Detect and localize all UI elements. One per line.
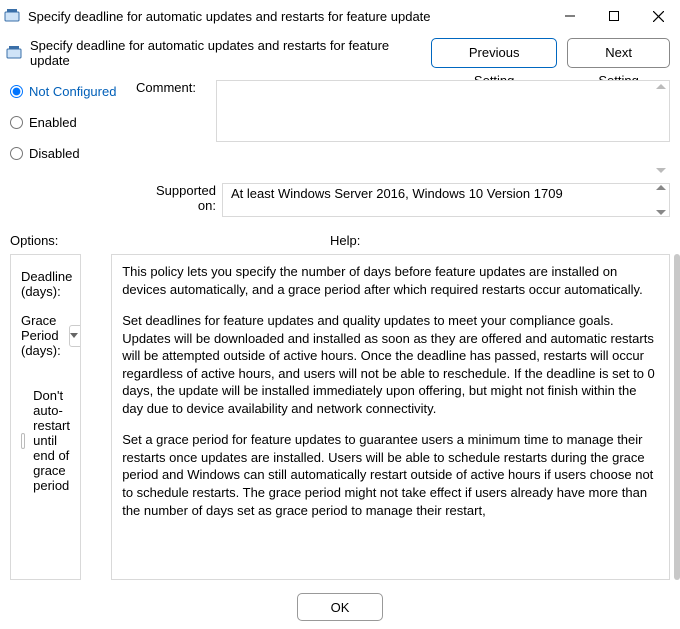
auto-restart-label: Don't auto-restart until end of grace pe… (33, 388, 70, 493)
policy-name: Specify deadline for automatic updates a… (30, 38, 421, 68)
chevron-down-icon (70, 333, 78, 338)
window-titlebar: Specify deadline for automatic updates a… (0, 0, 680, 32)
help-heading: Help: (330, 233, 360, 248)
grace-period-label: Grace Period (days): (21, 313, 61, 358)
state-not-configured-radio[interactable] (10, 85, 23, 98)
footer: OK (0, 584, 680, 629)
window-controls (548, 0, 680, 32)
policy-icon (4, 8, 20, 24)
options-panel: Deadline (days): Grace Period (days): Do… (10, 254, 81, 580)
supported-scroll-arrows (653, 184, 669, 216)
help-paragraph: Set a grace period for feature updates t… (122, 431, 659, 519)
state-enabled[interactable]: Enabled (10, 115, 136, 130)
policy-icon (6, 45, 22, 61)
help-paragraph: This policy lets you specify the number … (122, 263, 659, 298)
auto-restart-checkbox[interactable] (21, 433, 25, 449)
options-heading: Options: (10, 233, 300, 248)
supported-on-value: At least Windows Server 2016, Windows 10… (231, 186, 563, 202)
state-disabled-label: Disabled (29, 146, 80, 161)
state-enabled-radio[interactable] (10, 116, 23, 129)
deadline-label: Deadline (days): (21, 269, 72, 299)
close-button[interactable] (636, 0, 680, 32)
comment-textarea[interactable] (216, 80, 670, 142)
deadline-select[interactable] (80, 273, 81, 295)
state-not-configured-label: Not Configured (29, 84, 116, 99)
maximize-button[interactable] (592, 0, 636, 32)
state-not-configured[interactable]: Not Configured (10, 84, 136, 99)
minimize-button[interactable] (548, 0, 592, 32)
next-setting-button[interactable]: Next Setting (567, 38, 670, 68)
scroll-up-icon (656, 84, 666, 89)
state-disabled-radio[interactable] (10, 147, 23, 160)
ok-button[interactable]: OK (297, 593, 383, 621)
supported-on-label: Supported on: (156, 183, 216, 213)
state-disabled[interactable]: Disabled (10, 146, 136, 161)
state-enabled-label: Enabled (29, 115, 77, 130)
comment-label: Comment: (136, 80, 196, 95)
scroll-up-icon (656, 185, 666, 190)
grace-period-select[interactable] (69, 325, 81, 347)
previous-setting-button[interactable]: Previous Setting (431, 38, 557, 68)
help-paragraph: Set deadlines for feature updates and qu… (122, 312, 659, 417)
supported-on-box: At least Windows Server 2016, Windows 10… (222, 183, 670, 217)
help-panel: This policy lets you specify the number … (111, 254, 670, 580)
scroll-down-icon (656, 168, 666, 173)
comment-scroll-arrows (654, 82, 668, 175)
header-row: Specify deadline for automatic updates a… (0, 32, 680, 80)
window-title: Specify deadline for automatic updates a… (28, 9, 548, 24)
auto-restart-checkbox-row[interactable]: Don't auto-restart until end of grace pe… (21, 388, 70, 493)
scroll-down-icon (656, 210, 666, 215)
scrollbar[interactable] (674, 254, 680, 580)
